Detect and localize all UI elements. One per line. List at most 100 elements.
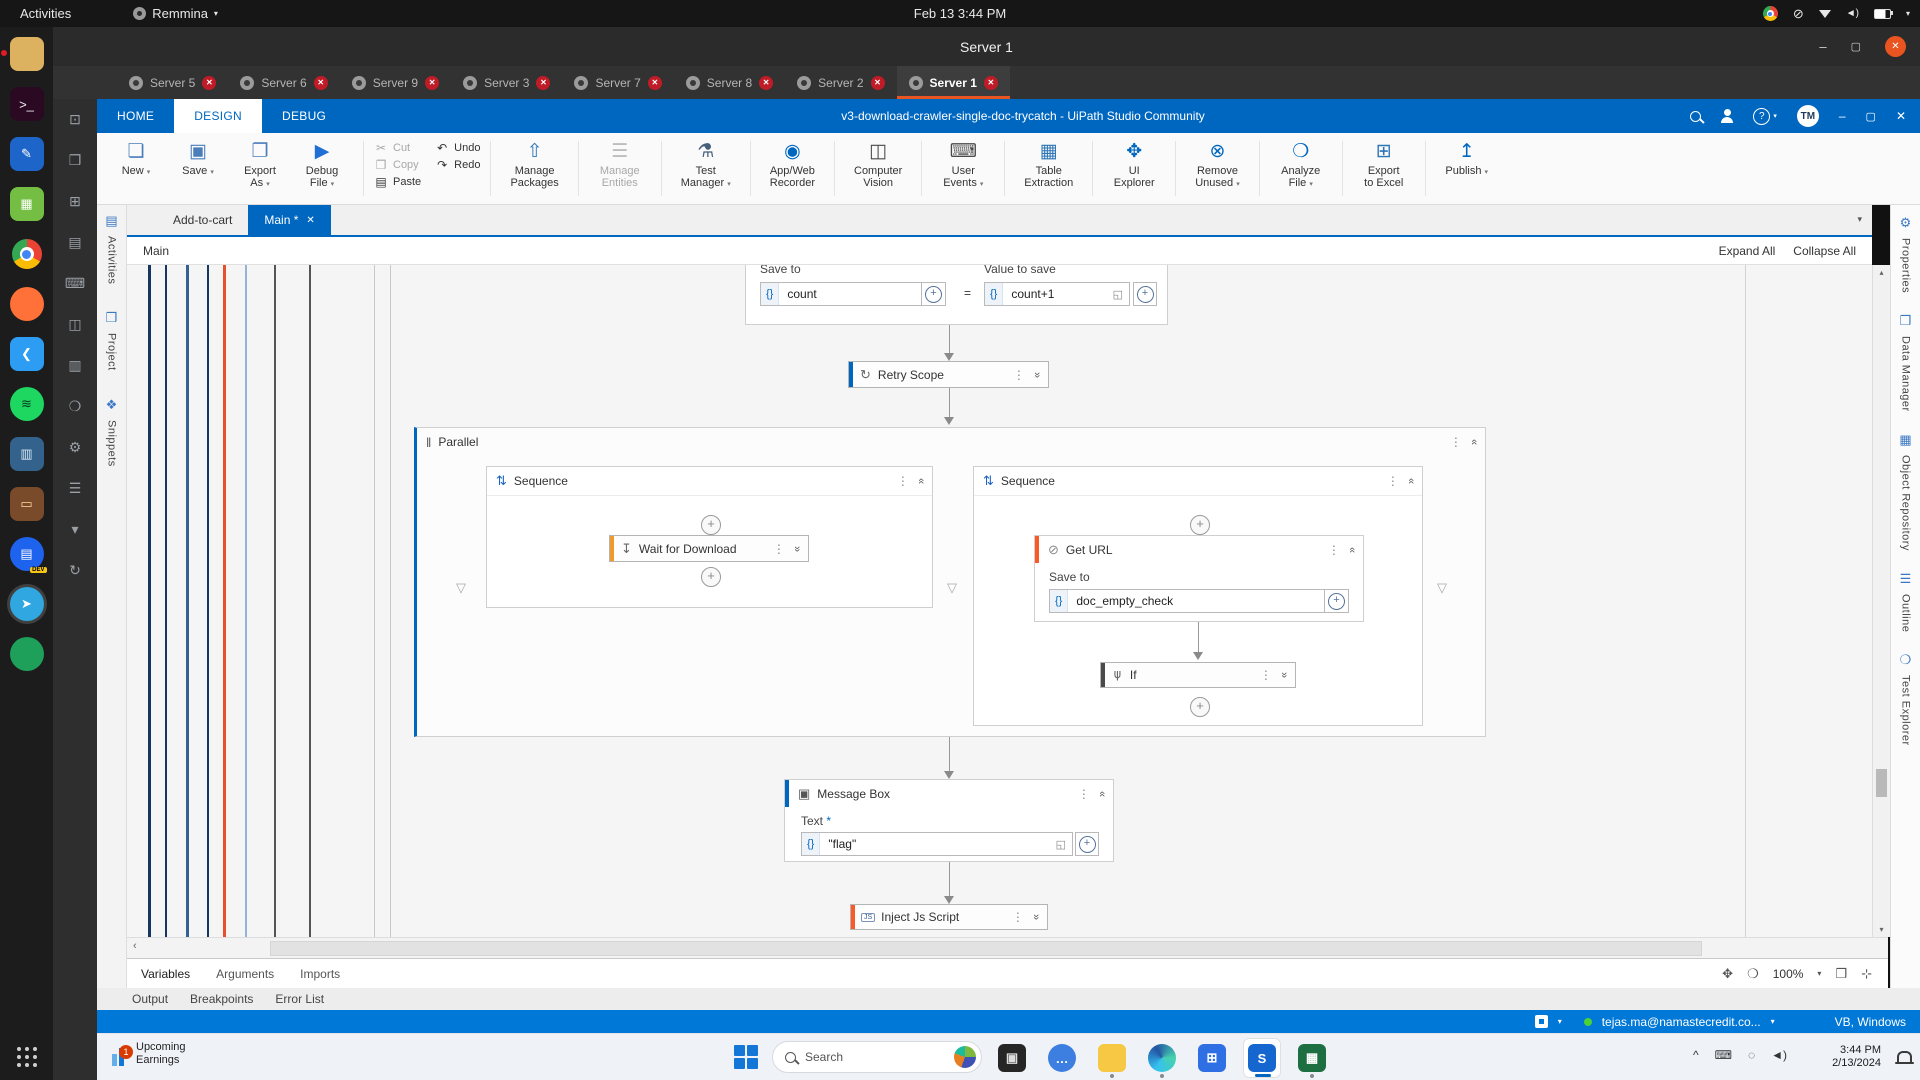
add-button[interactable]: + (1324, 590, 1348, 612)
collapse-icon[interactable]: « (1468, 439, 1480, 445)
dynamic-resolution-icon[interactable]: ⊞ (69, 193, 81, 210)
screenshot-icon[interactable]: ◫ (68, 316, 81, 333)
tab-overflow-chevron[interactable]: ▾ (1857, 214, 1862, 225)
photos-app-icon[interactable]: ▣ (993, 1038, 1031, 1078)
options-icon[interactable]: ⋮ (1328, 543, 1340, 557)
save-to-field[interactable]: {} doc_empty_check + (1049, 589, 1349, 613)
collapse-all-button[interactable]: Collapse All (1793, 244, 1856, 258)
tab-snippets[interactable]: ❖ Snippets (106, 397, 118, 467)
vscode-icon[interactable]: ❮ (9, 337, 44, 371)
libreoffice-calc-icon[interactable]: ▦ (9, 187, 44, 221)
assign-activity[interactable]: Save to {} count + = Value to save {} co… (745, 265, 1168, 325)
sequence-activity[interactable]: ⇅ Sequence ⋮ « + ↧ Wait for Download ⋮ »… (486, 466, 933, 608)
new-button[interactable]: ❏ New ▾ (105, 133, 167, 204)
parallel-activity[interactable]: ‖ Parallel ⋮ « ⇅ Sequence ⋮ « + ↧ Wait f… (414, 427, 1486, 737)
start-button[interactable] (734, 1045, 758, 1069)
tab-output[interactable]: Output (132, 992, 168, 1006)
keyboard-grab-icon[interactable]: ⌨ (65, 275, 85, 292)
export-to-excel-button[interactable]: ⊞ Export to Excel (1353, 133, 1415, 204)
close-tab-icon[interactable]: ✕ (870, 75, 885, 90)
sequence-activity[interactable]: ⇅ Sequence ⋮ « + ⊘ Get URL ⋮ « Save to {… (973, 466, 1423, 726)
wait-for-download-activity[interactable]: ↧ Wait for Download ⋮ » (609, 535, 809, 562)
disconnect-icon[interactable]: ↻ (69, 562, 81, 579)
collapse-icon[interactable]: « (1096, 790, 1108, 796)
firefox-icon[interactable] (9, 287, 44, 321)
uipath-studio-icon[interactable]: S (1243, 1038, 1281, 1078)
text-editor-icon[interactable]: ✎ (9, 137, 44, 171)
remmina-tab-server-7[interactable]: Server 7 ✕ (562, 66, 673, 99)
horizontal-scrollbar[interactable]: ‹ (127, 937, 1888, 958)
add-activity-button[interactable]: + (1190, 515, 1210, 535)
computer-vision-button[interactable]: ◫ Computer Vision (845, 133, 911, 204)
help-button[interactable]: ? ▾ (1753, 107, 1777, 125)
network-icon[interactable]: ◌ (1748, 1048, 1755, 1062)
chrome-icon[interactable] (10, 237, 44, 271)
add-activity-button[interactable]: + (701, 515, 721, 535)
workflow-canvas[interactable]: Save to {} count + = Value to save {} co… (127, 265, 1872, 937)
pan-icon[interactable]: ✥ (1722, 966, 1733, 982)
close-button[interactable]: ✕ (1885, 36, 1906, 57)
options-icon[interactable]: ⋮ (1450, 435, 1462, 449)
options-icon[interactable]: ⋮ (1012, 910, 1024, 924)
avatar[interactable]: TM (1796, 105, 1819, 127)
close-tab-icon[interactable]: ✕ (536, 75, 551, 90)
maximize-button[interactable]: ▢ (1851, 40, 1861, 53)
tab-variables[interactable]: Variables (141, 967, 190, 981)
add-activity-button[interactable]: + (1190, 697, 1210, 717)
tab-imports[interactable]: Imports (300, 967, 340, 981)
scrollbar-thumb[interactable] (270, 941, 1702, 956)
source-control-icon[interactable] (1534, 1015, 1548, 1028)
remmina-icon[interactable]: ➤ (9, 587, 44, 621)
expand-icon[interactable]: » (1278, 672, 1290, 678)
export-as-button[interactable]: ❐ Export As ▾ (229, 133, 291, 204)
ui-explorer-button[interactable]: ✥ UI Explorer (1103, 133, 1165, 204)
docker-dev-icon[interactable]: ▤ DEV (9, 537, 47, 573)
add-activity-button[interactable]: + (701, 567, 721, 587)
scaling-icon[interactable]: ▤ (68, 234, 81, 251)
options-icon[interactable]: ⋮ (1078, 787, 1090, 801)
debug-file-button[interactable]: ▶ Debug File ▾ (291, 133, 353, 204)
message-box-activity[interactable]: ▣ Message Box ⋮ « Text * {} "flag" ◱ + (784, 779, 1114, 862)
tab-error-list[interactable]: Error List (275, 992, 324, 1006)
menu-tab-design[interactable]: DESIGN (174, 99, 263, 133)
options-icon[interactable]: ⋮ (773, 542, 785, 556)
close-tab-icon[interactable]: ✕ (759, 75, 774, 90)
tab-test-explorer[interactable]: ❍ Test Explorer (1900, 652, 1912, 746)
files-icon[interactable] (0, 37, 44, 71)
feedback-icon[interactable] (1721, 109, 1734, 123)
app-web-recorder-button[interactable]: ◉ App/Web Recorder (761, 133, 824, 204)
fit-screen-icon[interactable]: ❒ (1835, 966, 1847, 982)
tab-breakpoints[interactable]: Breakpoints (190, 992, 253, 1006)
expand-icon[interactable]: » (1030, 914, 1042, 920)
tab-data-manager[interactable]: ❒ Data Manager (1900, 313, 1912, 412)
tab-activities[interactable]: ▤ Activities (105, 213, 117, 284)
expand-all-button[interactable]: Expand All (1719, 244, 1776, 258)
zoom-icon[interactable]: ❍ (1747, 966, 1759, 982)
undo-button[interactable]: ↶ Undo (435, 141, 480, 155)
activities-button[interactable]: Activities (20, 6, 71, 21)
scroll-left-icon[interactable]: ‹ (133, 940, 137, 952)
minimize-toolbar-icon[interactable]: ▾ (71, 521, 78, 538)
save-to-field[interactable]: {} count + (760, 282, 946, 306)
remmina-tab-server-8[interactable]: Server 8 ✕ (674, 66, 785, 99)
options-icon[interactable]: ⋮ (897, 474, 909, 488)
options-icon[interactable]: ⋮ (1260, 668, 1272, 682)
close-tab-icon[interactable]: ✕ (425, 75, 440, 90)
close-tab-icon[interactable]: ✕ (983, 75, 998, 90)
pgadmin-icon[interactable]: ▥ (9, 437, 44, 471)
tab-object-repository[interactable]: ▦ Object Repository (1899, 432, 1911, 551)
text-field[interactable]: {} "flag" ◱ (801, 832, 1073, 856)
remmina-tab-server-1[interactable]: Server 1 ✕ (896, 66, 1011, 99)
zoom-level[interactable]: 100% (1773, 967, 1804, 981)
minimize-button[interactable]: – (1839, 109, 1846, 123)
expand-icon[interactable]: » (1031, 371, 1043, 377)
collapse-icon[interactable]: « (915, 478, 927, 484)
menu-tab-home[interactable]: HOME (97, 99, 174, 133)
scroll-up-icon[interactable]: ▴ (1873, 268, 1890, 277)
remmina-tab-server-3[interactable]: Server 3 ✕ (451, 66, 562, 99)
publish-button[interactable]: ↥ Publish ▾ (1436, 133, 1498, 204)
terminal-icon[interactable]: >_ (9, 87, 44, 121)
expand-editor-icon[interactable]: ◱ (1050, 833, 1072, 855)
get-url-activity[interactable]: ⊘ Get URL ⋮ « Save to {} doc_empty_check… (1034, 535, 1364, 622)
add-button[interactable]: + (921, 283, 945, 305)
